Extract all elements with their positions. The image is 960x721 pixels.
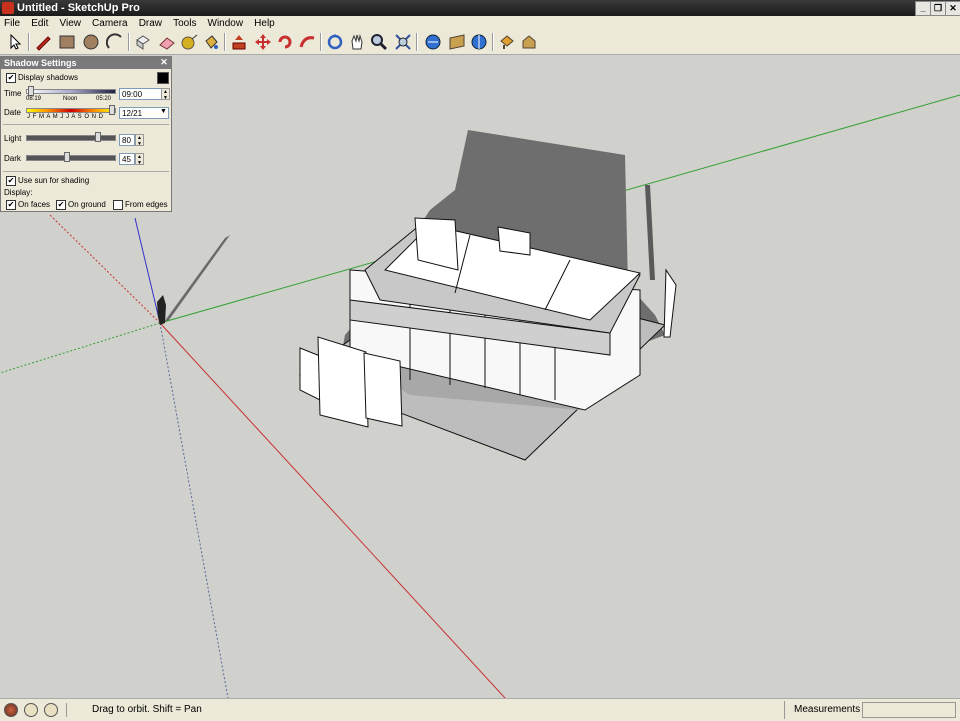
light-label: Light xyxy=(4,134,22,143)
orbit-icon[interactable] xyxy=(326,33,344,51)
move-icon[interactable] xyxy=(254,33,272,51)
minimize-icon[interactable]: _ xyxy=(915,1,931,16)
dark-slider[interactable] xyxy=(26,155,116,161)
display-shadows-checkbox[interactable]: ✔ xyxy=(6,73,16,83)
pan-icon[interactable] xyxy=(348,33,366,51)
sketchup-logo-icon xyxy=(2,2,14,14)
select-icon[interactable] xyxy=(6,33,24,51)
date-slider[interactable] xyxy=(26,108,116,113)
close-icon[interactable]: ✕ xyxy=(945,1,960,16)
post-shadow xyxy=(645,185,655,280)
front-panel-3 xyxy=(363,352,403,427)
use-sun-checkbox[interactable]: ✔ xyxy=(6,176,16,186)
on-ground-label: On ground xyxy=(68,200,106,209)
restore-icon[interactable]: ❐ xyxy=(930,1,946,16)
tape-measure-icon[interactable] xyxy=(180,33,198,51)
close-icon[interactable]: ✕ xyxy=(159,57,169,68)
menu-view[interactable]: View xyxy=(55,17,85,31)
from-edges-label: From edges xyxy=(125,200,168,209)
time-spinner[interactable]: ▲ ▼ xyxy=(161,88,170,101)
display-label: Display: xyxy=(4,188,33,197)
menu-camera[interactable]: Camera xyxy=(88,17,132,31)
use-sun-label: Use sun for shading xyxy=(18,176,90,185)
push-pull-icon[interactable] xyxy=(230,33,248,51)
menu-help[interactable]: Help xyxy=(250,17,279,31)
measurements-input[interactable] xyxy=(862,702,956,718)
blue-axis-dotted xyxy=(159,322,229,698)
figure-shadow xyxy=(164,235,230,322)
time-slider-thumb[interactable] xyxy=(28,86,34,96)
time-input[interactable]: 09:00 xyxy=(119,88,162,100)
menu-edit[interactable]: Edit xyxy=(27,17,52,31)
zoom-icon[interactable] xyxy=(370,33,388,51)
window-title: Untitled - SketchUp Pro xyxy=(17,2,140,14)
get-models-icon[interactable] xyxy=(424,33,442,51)
menu-window[interactable]: Window xyxy=(204,17,248,31)
menu-draw[interactable]: Draw xyxy=(135,17,166,31)
from-edges-checkbox[interactable] xyxy=(113,200,123,210)
divider xyxy=(3,171,169,172)
dark-label: Dark xyxy=(4,154,21,163)
title-bar: Untitled - SketchUp Pro _ ❐ ✕ xyxy=(0,0,960,16)
date-dropdown-icon[interactable]: ▼ xyxy=(160,108,167,115)
shadow-settings-panel: Shadow Settings ✕ ✔ Display shadows Time… xyxy=(0,56,172,212)
human-figure xyxy=(157,295,166,325)
dark-input[interactable]: 45 xyxy=(119,153,135,165)
date-slider-thumb[interactable] xyxy=(109,105,115,115)
dark-spinner[interactable]: ▲ ▼ xyxy=(135,153,144,166)
rectangle-icon[interactable] xyxy=(58,33,76,51)
arc-icon[interactable] xyxy=(106,33,124,51)
red-axis-dotted xyxy=(49,214,161,324)
eraser-icon[interactable] xyxy=(158,33,176,51)
follow-me-icon[interactable] xyxy=(298,33,316,51)
month-labels: J F M A M J J A S O N D xyxy=(27,114,104,120)
light-spinner[interactable]: ▲ ▼ xyxy=(135,134,144,147)
rotate-icon[interactable] xyxy=(276,33,294,51)
on-faces-label: On faces xyxy=(18,200,51,209)
make-component-icon[interactable] xyxy=(134,33,152,51)
time-slider[interactable] xyxy=(26,89,116,94)
share-component-icon[interactable] xyxy=(470,33,488,51)
instructor-icon[interactable] xyxy=(44,703,58,717)
pencil-icon[interactable] xyxy=(34,33,52,51)
credits-icon[interactable] xyxy=(24,703,38,717)
divider xyxy=(3,124,169,125)
circle-icon[interactable] xyxy=(82,33,100,51)
date-label: Date xyxy=(4,108,21,117)
on-faces-checkbox[interactable]: ✔ xyxy=(6,200,16,210)
warehouse-icon[interactable] xyxy=(520,33,538,51)
panel-title: Shadow Settings xyxy=(4,58,77,68)
on-ground-checkbox[interactable]: ✔ xyxy=(56,200,66,210)
time-label: Time xyxy=(4,89,22,98)
front-panel-2 xyxy=(317,336,369,428)
sunrise-time: 08:19 xyxy=(26,96,42,102)
status-hint: Drag to orbit. Shift = Pan xyxy=(92,704,202,715)
light-slider[interactable] xyxy=(26,135,116,141)
light-input[interactable]: 80 xyxy=(119,134,135,146)
light-slider-thumb[interactable] xyxy=(95,132,101,142)
paint-bucket-icon[interactable] xyxy=(202,33,220,51)
menu-bar: File Edit View Camera Draw Tools Window … xyxy=(0,16,960,30)
measurements-label: Measurements xyxy=(794,704,861,715)
geo-location-icon[interactable] xyxy=(4,703,18,717)
status-bar: Drag to orbit. Shift = Pan Measurements xyxy=(0,698,960,721)
share-model-icon[interactable] xyxy=(448,33,466,51)
sunset-time: 05:20 xyxy=(96,96,112,102)
green-axis-dotted xyxy=(0,322,161,374)
menu-tools[interactable]: Tools xyxy=(169,17,200,31)
main-toolbar xyxy=(0,30,960,55)
zoom-extents-icon[interactable] xyxy=(394,33,412,51)
collapse-icon[interactable] xyxy=(157,72,169,84)
dark-slider-thumb[interactable] xyxy=(64,152,70,162)
blue-axis xyxy=(134,217,161,324)
menu-file[interactable]: File xyxy=(0,17,24,31)
display-shadows-label: Display shadows xyxy=(18,73,79,82)
get-photo-texture-icon[interactable] xyxy=(498,33,516,51)
panel-title-bar[interactable]: Shadow Settings ✕ xyxy=(1,57,171,69)
side-panel xyxy=(663,268,677,338)
noon-label: Noon xyxy=(63,96,78,102)
